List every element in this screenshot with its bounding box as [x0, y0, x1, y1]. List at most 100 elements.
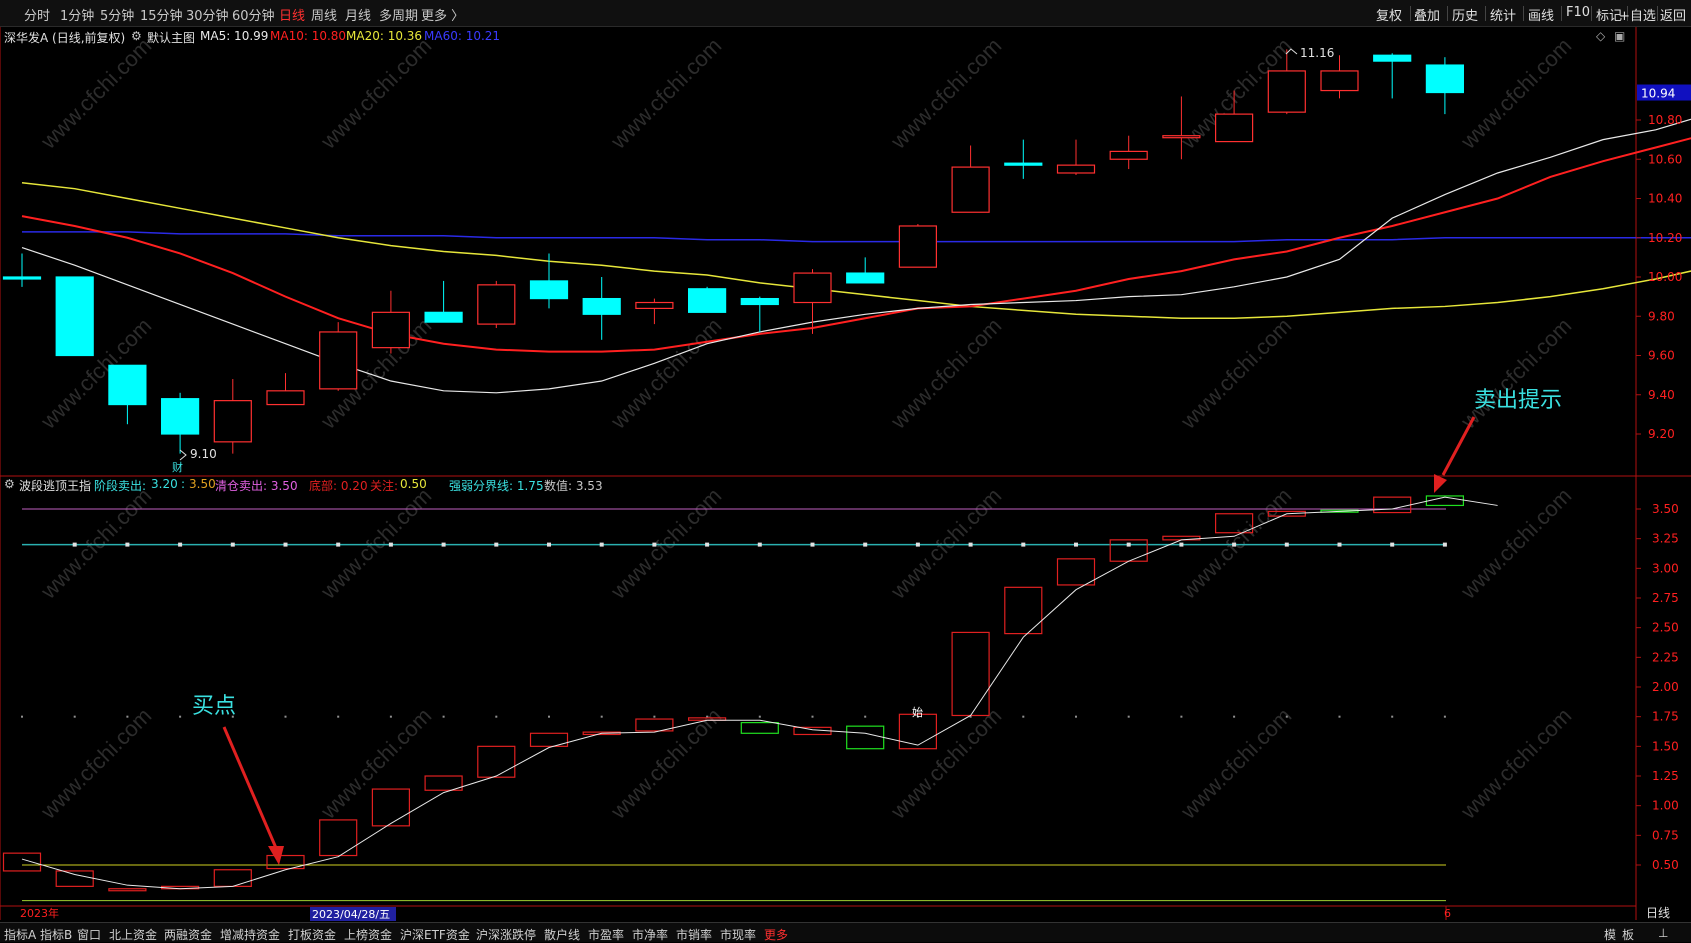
stage-sell-marker: [916, 543, 920, 547]
watermark-text: www.cfchi.com: [1455, 33, 1576, 154]
watermark-text: www.cfchi.com: [1175, 313, 1296, 434]
watch-value: 0.50: [400, 477, 427, 491]
tab-top-list-funds[interactable]: 上榜资金: [344, 926, 392, 943]
watermark-text: www.cfchi.com: [35, 33, 156, 154]
tab-indicator-b[interactable]: 指标B: [40, 926, 72, 943]
boundary-dot: [653, 716, 655, 718]
indicator-tick-label: 2.50: [1652, 621, 1679, 635]
candle-body: [794, 273, 831, 302]
stage-sell-marker: [1338, 543, 1342, 547]
tab-holdings-change[interactable]: 增减持资金: [220, 926, 280, 943]
price-tick-label: 9.60: [1648, 349, 1675, 363]
tab-more[interactable]: 更多: [764, 926, 788, 943]
board-button[interactable]: 板: [1622, 926, 1634, 943]
candle-body: [1321, 71, 1358, 91]
indicator-bar: [899, 714, 936, 748]
tab-pcf[interactable]: 市现率: [720, 926, 756, 943]
price-tick-label: 9.20: [1648, 427, 1675, 441]
price-tick-label: 10.40: [1648, 192, 1682, 206]
watermark-text: www.cfchi.com: [885, 483, 1006, 604]
crosshair-icon[interactable]: ⊥: [1658, 926, 1668, 940]
tab-limit-updown[interactable]: 沪深涨跌停: [476, 926, 536, 943]
indicator-settings-icon[interactable]: ⚙: [4, 477, 15, 491]
candle-body: [267, 391, 304, 405]
tab-pe[interactable]: 市盈率: [588, 926, 624, 943]
main-chart-header: 深华发A (日线,前复权) ⚙ 默认主图 MA5: 10.99 MA10: 10…: [0, 27, 1630, 45]
watermark-text: www.cfchi.com: [885, 33, 1006, 154]
indicator-bar: [952, 632, 989, 715]
stage-sell-marker: [863, 543, 867, 547]
indicator-bar: [1374, 497, 1411, 512]
ma20-label: MA20: 10.36: [346, 29, 422, 43]
stage-sell-marker: [1285, 543, 1289, 547]
price-tick-label: 9.40: [1648, 388, 1675, 402]
settings-icon[interactable]: ⚙: [131, 29, 142, 43]
period-label: 日线: [1646, 906, 1670, 920]
boundary-dot: [21, 716, 23, 718]
sell-hint-label: 卖出提示: [1474, 388, 1562, 413]
main-candlestick-chart: [4, 49, 1691, 453]
indicator-bar: [1058, 559, 1095, 585]
boundary-dot: [1075, 716, 1077, 718]
stage-sell-marker: [494, 543, 498, 547]
indicator-bar: [1005, 587, 1042, 633]
tab-window[interactable]: 窗口: [77, 926, 101, 943]
stage-sell-marker: [600, 543, 604, 547]
boundary-dot: [1339, 716, 1341, 718]
stage-sell-marker: [1021, 543, 1025, 547]
indicator-name[interactable]: 波段逃顶王指: [19, 477, 91, 494]
diamond-icon[interactable]: ◇: [1596, 29, 1605, 43]
template-button[interactable]: 模: [1604, 926, 1616, 943]
tab-limit-up-funds[interactable]: 打板资金: [288, 926, 336, 943]
boundary-dot: [1444, 716, 1446, 718]
indicator-bar: [109, 889, 146, 891]
tab-etf-funds[interactable]: 沪深ETF资金: [400, 926, 470, 943]
boundary-dot: [337, 716, 339, 718]
boundary-dot: [1180, 716, 1182, 718]
candle-body: [4, 277, 41, 279]
stage-sell-marker: [652, 543, 656, 547]
tab-northbound[interactable]: 北上资金: [109, 926, 157, 943]
watermark-text: www.cfchi.com: [1455, 313, 1576, 434]
candle-body: [1163, 136, 1200, 138]
sell-arrow-line: [1443, 417, 1474, 475]
boundary-dot: [443, 716, 445, 718]
stage-sell-marker: [1074, 543, 1078, 547]
indicator-bar: [847, 726, 884, 749]
candle-body: [1005, 163, 1042, 165]
stage-sell-marker: [811, 543, 815, 547]
tab-ps[interactable]: 市销率: [676, 926, 712, 943]
watermark-text: www.cfchi.com: [315, 483, 436, 604]
boundary-dot: [1233, 716, 1235, 718]
stock-title[interactable]: 深华发A (日线,前复权): [4, 29, 125, 46]
candle-body: [952, 167, 989, 212]
watermark-text: www.cfchi.com: [605, 33, 726, 154]
candle-body: [478, 285, 515, 324]
watermark-text: www.cfchi.com: [1455, 703, 1576, 824]
tab-indicator-a[interactable]: 指标A: [4, 926, 36, 943]
boundary-dot: [285, 716, 287, 718]
chart-frame: [0, 27, 1691, 920]
price-tick-label: 10.60: [1648, 152, 1682, 166]
main-chart-name[interactable]: 默认主图: [147, 29, 195, 46]
price-tick-label: 10.20: [1648, 231, 1682, 245]
current-price-label: 10.94: [1641, 87, 1675, 101]
low-price-label: 9.10: [190, 447, 217, 461]
tab-margin[interactable]: 两融资金: [164, 926, 212, 943]
stage-sell-marker: [705, 543, 709, 547]
tab-retail-line[interactable]: 散户线: [544, 926, 580, 943]
sell-arrow-head: [1434, 474, 1447, 493]
watermark-text: www.cfchi.com: [1175, 703, 1296, 824]
value-label: 数值: 3.53: [544, 477, 603, 494]
indicator-tick-label: 3.50: [1652, 502, 1679, 516]
boundary-dot: [864, 716, 866, 718]
candle-body: [531, 281, 568, 299]
tab-pb[interactable]: 市净率: [632, 926, 668, 943]
ma5-label: MA5: 10.99: [200, 29, 268, 43]
stage-sell-marker: [73, 543, 77, 547]
stage-sell-marker: [336, 543, 340, 547]
chart-canvas[interactable]: www.cfchi.com www.cfchi.com www.cfchi.com w…: [0, 0, 1691, 941]
boundary-dot: [1128, 716, 1130, 718]
boundary-dot: [1286, 716, 1288, 718]
window-icon[interactable]: ▣: [1614, 29, 1625, 43]
